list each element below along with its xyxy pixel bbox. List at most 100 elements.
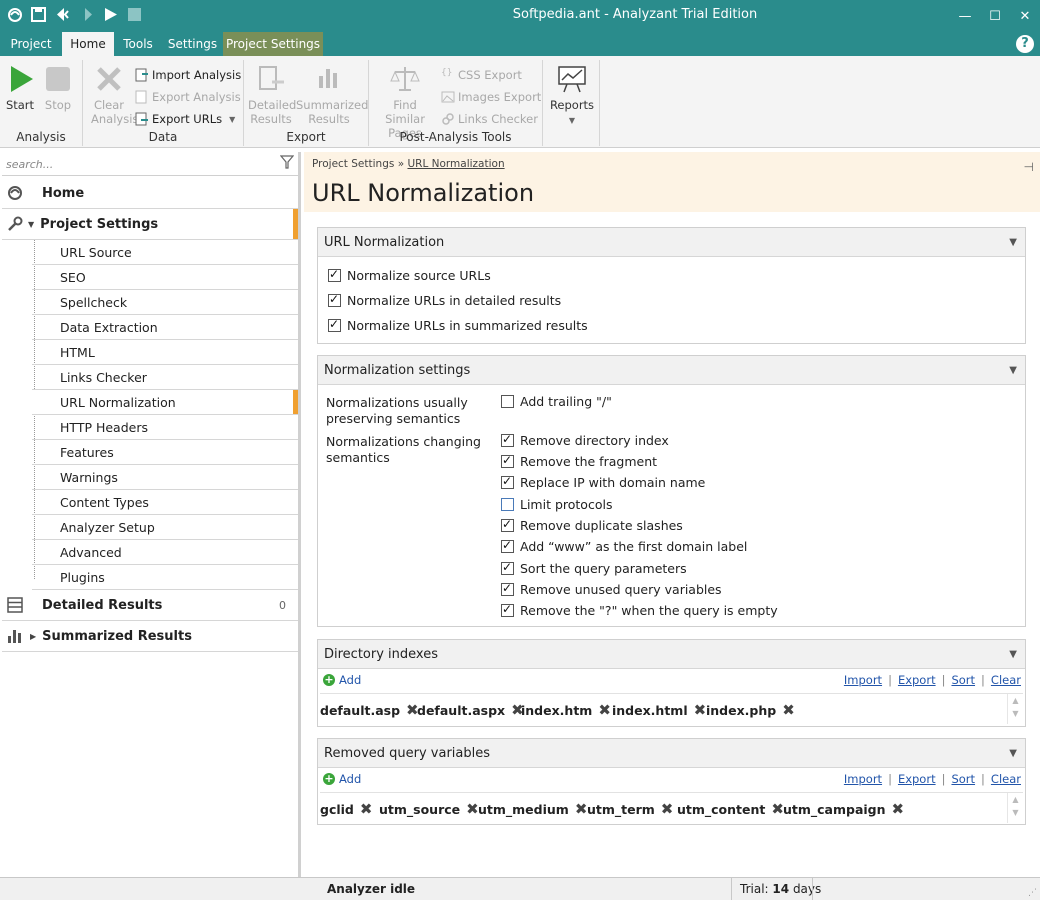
chevron-down-icon[interactable]: ▼ [1009, 356, 1017, 385]
sidebar-item-url-source[interactable]: URL Source [32, 240, 298, 265]
section-header[interactable]: Removed query variables ▼ [318, 739, 1025, 768]
add-button[interactable]: + Add [323, 772, 361, 786]
chevron-down-icon[interactable]: ▼ [1009, 640, 1017, 669]
sidebar-item-warnings[interactable]: Warnings [32, 465, 298, 490]
remove-icon[interactable]: ✖ [782, 701, 795, 719]
remove-icon[interactable]: ✖ [575, 800, 588, 818]
close-icon[interactable]: ✕ [1010, 0, 1040, 32]
checkbox-sort-query[interactable]: Sort the query parameters [501, 560, 687, 576]
links-checker-button[interactable]: Links Checker [441, 110, 538, 128]
clear-link[interactable]: Clear [991, 772, 1021, 786]
checkbox[interactable] [501, 474, 514, 489]
export-analysis-button[interactable]: Export Analysis [135, 88, 241, 106]
checkbox[interactable] [501, 517, 514, 532]
breadcrumb-current[interactable]: URL Normalization [407, 158, 504, 170]
breadcrumb-root[interactable]: Project Settings [312, 158, 394, 170]
import-link[interactable]: Import [844, 772, 882, 786]
tag-list-scrollbar[interactable]: ▲ ▼ [1007, 694, 1023, 724]
chevron-down-icon[interactable]: ▼ [1009, 228, 1017, 257]
checkbox-add-trailing-slash[interactable]: Add trailing "/" [501, 394, 612, 409]
checkbox-normalize-detailed[interactable]: Normalize URLs in detailed results [328, 292, 561, 308]
remove-icon[interactable]: ✖ [661, 800, 674, 818]
checkbox[interactable] [501, 432, 514, 447]
pin-icon[interactable]: ⊣ [1024, 160, 1034, 174]
checkbox[interactable] [501, 538, 514, 553]
sort-link[interactable]: Sort [951, 673, 975, 687]
checkbox-remove-duplicate-slashes[interactable]: Remove duplicate slashes [501, 517, 683, 533]
sidebar-item-features[interactable]: Features [32, 440, 298, 465]
checkbox[interactable] [501, 602, 514, 617]
checkbox-remove-unused-query[interactable]: Remove unused query variables [501, 581, 722, 597]
stop-button[interactable]: Stop [42, 64, 74, 112]
section-header[interactable]: Normalization settings ▼ [318, 356, 1025, 385]
checkbox-normalize-source[interactable]: Normalize source URLs [328, 267, 491, 283]
search-input[interactable]: search... [2, 154, 298, 176]
checkbox-remove-fragment[interactable]: Remove the fragment [501, 453, 657, 469]
sidebar-item-data-extraction[interactable]: Data Extraction [32, 315, 298, 340]
sidebar-item-url-normalization[interactable]: URL Normalization [32, 390, 298, 415]
tag-list-scrollbar[interactable]: ▲ ▼ [1007, 793, 1023, 823]
sidebar-item-plugins[interactable]: Plugins [32, 565, 298, 590]
checkbox-normalize-summarized[interactable]: Normalize URLs in summarized results [328, 317, 588, 333]
checkbox[interactable] [328, 317, 341, 332]
export-link[interactable]: Export [898, 772, 936, 786]
export-link[interactable]: Export [898, 673, 936, 687]
tab-project-settings[interactable]: Project Settings [223, 32, 323, 56]
checkbox[interactable] [328, 292, 341, 307]
tab-tools[interactable]: Tools [114, 32, 162, 56]
sidebar-item-html[interactable]: HTML [32, 340, 298, 365]
remove-icon[interactable]: ✖ [360, 800, 373, 818]
remove-icon[interactable]: ✖ [694, 701, 707, 719]
clear-link[interactable]: Clear [991, 673, 1021, 687]
export-urls-button[interactable]: Export URLs ▼ [135, 110, 235, 128]
checkbox[interactable] [501, 498, 514, 511]
checkbox-remove-empty-query-mark[interactable]: Remove the "?" when the query is empty [501, 602, 778, 618]
remove-icon[interactable]: ✖ [598, 701, 611, 719]
sidebar-item-links-checker[interactable]: Links Checker [32, 365, 298, 390]
checkbox-limit-protocols[interactable]: Limit protocols [501, 497, 612, 512]
sidebar-item-spellcheck[interactable]: Spellcheck [32, 290, 298, 315]
remove-icon[interactable]: ✖ [466, 800, 479, 818]
maximize-icon[interactable]: ☐ [980, 0, 1010, 32]
sidebar-item-analyzer-setup[interactable]: Analyzer Setup [32, 515, 298, 540]
checkbox[interactable] [501, 395, 514, 408]
sidebar-item-http-headers[interactable]: HTTP Headers [32, 415, 298, 440]
minimize-icon[interactable]: — [950, 0, 980, 32]
checkbox-replace-ip[interactable]: Replace IP with domain name [501, 474, 705, 490]
section-header[interactable]: Directory indexes ▼ [318, 640, 1025, 669]
chevron-down-icon[interactable]: ▼ [1009, 739, 1017, 768]
section-header[interactable]: URL Normalization ▼ [318, 228, 1025, 257]
tab-settings[interactable]: Settings [162, 32, 223, 56]
reports-button[interactable]: Reports ▼ [547, 64, 597, 128]
nav-home[interactable]: Home [2, 178, 298, 209]
clear-analysis-button[interactable]: Clear Analysis [91, 64, 138, 126]
css-export-button[interactable]: {} CSS Export [441, 66, 522, 84]
filter-icon[interactable] [279, 155, 295, 169]
nav-project-settings[interactable]: ▼ Project Settings [2, 209, 298, 240]
sort-link[interactable]: Sort [951, 772, 975, 786]
sidebar-item-content-types[interactable]: Content Types [32, 490, 298, 515]
detailed-results-button[interactable]: Detailed Results [248, 64, 296, 126]
add-button[interactable]: + Add [323, 673, 361, 687]
resize-grip-icon[interactable]: ⋰ [1028, 888, 1037, 898]
import-analysis-button[interactable]: Import Analysis [135, 66, 241, 84]
checkbox-add-www[interactable]: Add “www” as the first domain label [501, 538, 747, 554]
nav-detailed-results[interactable]: Detailed Results 0 [2, 590, 298, 621]
help-icon[interactable]: ? [1016, 35, 1034, 53]
checkbox[interactable] [501, 453, 514, 468]
checkbox[interactable] [501, 560, 514, 575]
remove-icon[interactable]: ✖ [892, 800, 905, 818]
sidebar-item-advanced[interactable]: Advanced [32, 540, 298, 565]
nav-summarized-results[interactable]: ▶ Summarized Results [2, 621, 298, 652]
images-export-button[interactable]: Images Export [441, 88, 541, 106]
summarized-results-button[interactable]: Summarized Results [296, 64, 368, 126]
sidebar-item-seo[interactable]: SEO [32, 265, 298, 290]
tab-home[interactable]: Home [62, 32, 114, 56]
checkbox[interactable] [328, 267, 341, 282]
start-button[interactable]: Start [4, 64, 36, 112]
checkbox-remove-directory-index[interactable]: Remove directory index [501, 432, 669, 448]
import-link[interactable]: Import [844, 673, 882, 687]
find-similar-pages-button[interactable]: Find Similar Pages [373, 64, 437, 140]
checkbox[interactable] [501, 581, 514, 596]
tab-project[interactable]: Project [0, 32, 62, 56]
